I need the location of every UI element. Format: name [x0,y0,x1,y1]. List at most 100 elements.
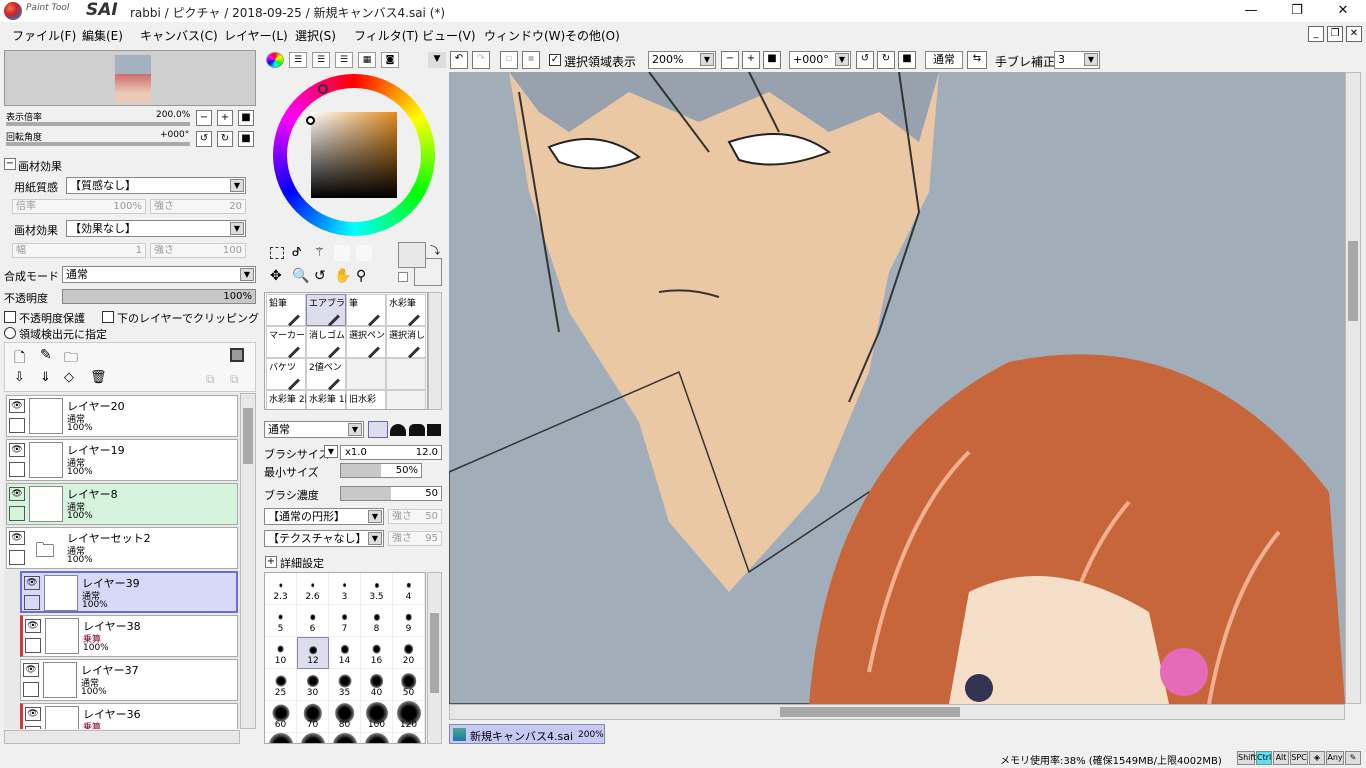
menu-select[interactable]: 選択(S) [295,27,336,44]
brush-shape-select[interactable]: 【通常の円形】 ▼ [264,508,384,525]
new-vector-layer-icon[interactable]: ✎ [40,347,52,363]
sv-marker[interactable] [306,116,315,125]
brush-size-cell[interactable]: 120 [393,701,425,733]
zoom-slider[interactable] [6,122,190,126]
brush-size-cell[interactable]: 10 [265,637,297,669]
brush-size-cell[interactable]: 30 [297,669,329,701]
eye-icon[interactable]: 👁 [9,487,25,501]
tool-binary-pen[interactable]: 2値ペン [306,358,346,391]
lock-box[interactable] [9,462,25,477]
tool-empty[interactable] [386,390,426,409]
lock-box[interactable] [25,638,41,653]
layer-item[interactable]: 👁 レイヤー38 乗算 100% [20,615,238,657]
layer-item[interactable]: 👁 レイヤー8 通常 100% [6,483,238,525]
trash-icon[interactable]: 🗑 [90,370,107,385]
tool-old-watercolor[interactable]: 旧水彩 [346,390,386,409]
menu-edit[interactable]: 編集(E) [82,27,123,44]
hand-icon[interactable]: ✋ [334,268,351,284]
blend-select[interactable]: 通常 ▼ [62,266,256,283]
brush-texture-select[interactable]: 【テクスチャなし】 ▼ [264,530,384,547]
collapse-icon[interactable]: − [4,158,16,170]
close-button[interactable]: ✕ [1320,0,1366,22]
eye-icon[interactable]: 👁 [25,707,41,721]
layer-item[interactable]: 👁 レイヤー19 通常 100% [6,439,238,481]
mdi-close-icon[interactable]: ✕ [1346,26,1362,42]
hue-marker[interactable] [318,84,328,94]
eye-icon[interactable]: 👁 [9,443,25,457]
brush-size-cell[interactable]: 60 [265,701,297,733]
brush-size-cell[interactable]: 20 [393,637,425,669]
menu-other[interactable]: その他(O) [565,27,620,44]
brush-size-cell[interactable]: 7 [329,605,361,637]
tool-pencil[interactable]: 鉛筆 [266,294,306,327]
density-slider[interactable]: 50 [340,486,442,501]
brush-size-cell[interactable] [265,733,297,743]
rotate-ccw-icon[interactable]: ↺ [856,51,874,69]
tool-watercolor[interactable]: 水彩筆 [386,294,426,327]
menu-layer[interactable]: レイヤー(L) [224,27,288,44]
zoom-reset-icon[interactable]: ■ [763,51,781,69]
drawing-canvas[interactable] [449,72,1345,704]
brush-size-cell[interactable]: 2.3 [265,573,297,605]
lasso-icon[interactable]: ᕷ [292,245,302,259]
tool-eraser[interactable]: 消しゴム [306,326,346,359]
canvas-hscrollbar[interactable] [449,704,1345,720]
brush-size-cell[interactable]: 100 [361,701,393,733]
lock-box[interactable] [9,506,25,521]
stabilizer-select[interactable]: 3 ▼ [1054,51,1100,69]
eye-icon[interactable]: 👁 [9,531,25,545]
angle-select[interactable]: +000° ▼ [789,51,851,69]
scroll-thumb[interactable] [430,613,439,693]
zoom-out-icon[interactable]: − [721,51,739,69]
min-size-slider[interactable]: 50% [340,463,422,478]
zoom-icon[interactable]: 🔍 [292,268,309,284]
swatch-tab-icon[interactable]: ▦ [358,52,376,68]
scroll-thumb[interactable] [243,408,253,464]
rotate-reset-icon[interactable]: ■ [898,51,916,69]
mdi-minimize-icon[interactable]: _ [1308,26,1324,42]
zoom-select[interactable]: 200% ▼ [648,51,716,69]
rect-select-icon[interactable] [270,247,284,259]
lock-box[interactable] [25,726,41,729]
rotate-icon[interactable]: ↺ [314,268,326,284]
new-folder-icon[interactable]: 🗀 [64,347,78,371]
zoom-in-button[interactable]: + [217,110,233,126]
move-icon[interactable]: ✥ [270,268,282,284]
brush-size-cell[interactable]: 14 [329,637,361,669]
layer-hscrollbar[interactable] [4,730,240,744]
menu-view[interactable]: ビュー(V) [422,27,476,44]
brush-size-cell[interactable]: 3.5 [361,573,393,605]
eyedropper-icon[interactable]: ⚲ [356,268,366,284]
rotate-left-button[interactable]: ↺ [196,131,212,147]
brush-size-field[interactable]: x1.0 12.0 [340,445,442,460]
undo-icon[interactable]: ↶ [450,51,468,69]
swap-colors-icon[interactable]: ⤵ [430,242,440,257]
rgb-slider-tab-icon[interactable]: ☰ [289,52,307,68]
shape-flat-icon[interactable] [427,424,441,436]
shape-sharp-icon[interactable] [368,421,388,438]
saturation-value-box[interactable] [311,112,397,198]
zoom-in-icon[interactable]: + [742,51,760,69]
opacity-slider[interactable]: 100% [62,289,256,304]
minimize-button[interactable]: — [1228,0,1274,22]
size-scrollbar[interactable] [427,572,442,744]
brush-size-cell[interactable]: 80 [329,701,361,733]
zoom-reset-button[interactable]: ■ [238,110,254,126]
lock-box[interactable] [9,550,25,565]
brush-size-cell[interactable] [297,733,329,743]
brush-size-cell[interactable] [393,733,425,743]
mask-icon[interactable] [230,348,244,362]
effect-select[interactable]: 【効果なし】 ▼ [66,220,246,237]
document-tab[interactable]: 新規キャンバス4.sai 200% [449,724,605,744]
navigator-thumbnail[interactable] [4,50,256,106]
rotate-slider[interactable] [6,142,190,146]
brush-size-cell[interactable]: 2.6 [297,573,329,605]
tool-scrollbar[interactable] [428,292,442,410]
shape-medium-icon[interactable] [409,424,425,436]
transfer-down-icon[interactable]: ⇩ [14,370,25,385]
lock-box[interactable] [23,682,39,697]
lock-box[interactable] [9,418,25,433]
brush-size-cell[interactable]: 16 [361,637,393,669]
rotate-reset-button[interactable]: ■ [238,131,254,147]
expand-icon[interactable]: + [265,556,277,568]
